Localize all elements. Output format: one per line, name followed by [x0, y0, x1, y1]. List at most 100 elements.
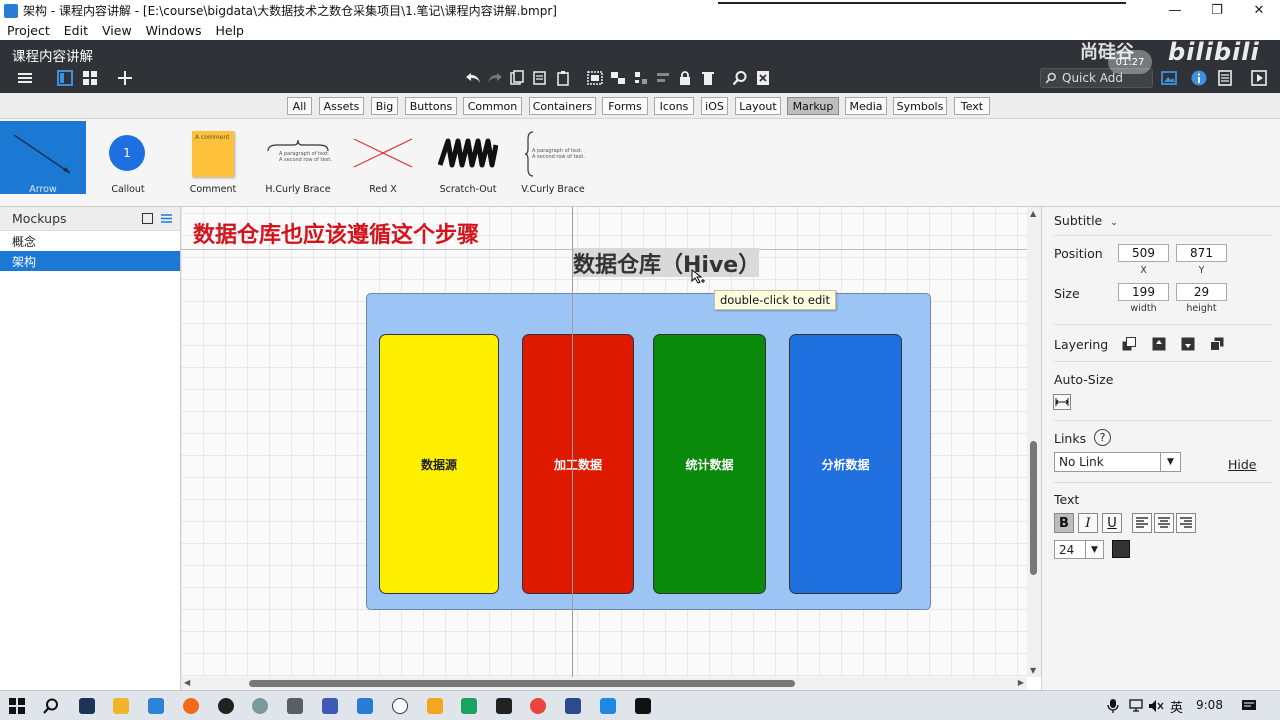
text-color-swatch[interactable] — [1112, 540, 1130, 558]
menu-project[interactable]: Project — [0, 23, 57, 38]
menu-windows[interactable]: Windows — [139, 23, 209, 38]
minimize-button[interactable]: — — [1154, 0, 1196, 21]
app-icon-12[interactable] — [461, 698, 477, 714]
volume-muted-icon[interactable] — [1148, 699, 1164, 713]
app-icon-4[interactable] — [183, 698, 199, 714]
send-backward-icon[interactable] — [1181, 337, 1195, 351]
scroll-up-icon[interactable]: ▲ — [1030, 209, 1036, 218]
filter-common[interactable]: Common — [463, 97, 522, 115]
trash-icon[interactable] — [699, 69, 717, 87]
bold-button[interactable]: B — [1054, 513, 1074, 533]
position-x-input[interactable]: 509 — [1118, 244, 1169, 262]
column-statistics-data[interactable]: 统计数据 — [653, 334, 766, 594]
app-icon-13[interactable] — [496, 698, 512, 714]
mockup-item-architecture[interactable]: 架构 — [0, 251, 180, 271]
search-icon[interactable] — [731, 69, 749, 87]
balsamiq-icon[interactable] — [357, 698, 373, 714]
horizontal-scroll-thumb[interactable] — [249, 680, 795, 687]
filter-layout[interactable]: Layout — [735, 97, 781, 115]
ime-indicator[interactable]: 英 — [1170, 697, 1183, 716]
app-icon-3[interactable] — [148, 698, 164, 714]
library-item-v-curly-brace[interactable]: A paragraph of text. A second row of tex… — [510, 121, 596, 195]
hide-link[interactable]: Hide — [1228, 457, 1257, 472]
info-icon[interactable] — [1190, 69, 1208, 87]
app-icon-15[interactable] — [565, 698, 581, 714]
fullscreen-icon[interactable] — [754, 69, 772, 87]
photoshop-icon[interactable] — [79, 698, 95, 714]
canvas-horizontal-scrollbar[interactable]: ◀ ▶ — [181, 677, 1027, 690]
notes-icon[interactable] — [1216, 69, 1234, 87]
bring-to-front-icon[interactable] — [1122, 337, 1136, 351]
app-icon-8[interactable] — [322, 698, 338, 714]
align-center-button[interactable] — [1154, 513, 1174, 533]
library-item-callout[interactable]: 1 Callout — [85, 121, 171, 195]
mockup-canvas[interactable]: 数据仓库也应该遵循这个步骤 数据仓库（Hive） 数据源 加工数据 统计数据 分… — [181, 207, 1027, 677]
filter-forms[interactable]: Forms — [602, 97, 648, 115]
width-input[interactable]: 199 — [1118, 283, 1169, 301]
autosize-button[interactable] — [1053, 394, 1071, 410]
network-icon[interactable] — [1128, 699, 1144, 713]
send-to-back-icon[interactable] — [1210, 337, 1224, 351]
filter-symbols[interactable]: Symbols — [893, 97, 947, 115]
app-icon-11[interactable] — [427, 698, 443, 714]
taskbar-search-icon[interactable] — [43, 698, 59, 714]
link-dropdown[interactable]: No Link ▼ — [1054, 452, 1181, 472]
menu-view[interactable]: View — [95, 23, 139, 38]
maximize-button[interactable]: ❐ — [1196, 0, 1238, 21]
align-icon[interactable] — [654, 69, 672, 87]
chrome-icon[interactable] — [530, 698, 546, 714]
filter-all[interactable]: All — [287, 97, 312, 115]
scroll-right-icon[interactable]: ▶ — [1018, 678, 1024, 687]
microphone-icon[interactable] — [1107, 699, 1119, 713]
filter-icons[interactable]: Icons — [654, 97, 694, 115]
undo-icon[interactable] — [464, 69, 482, 87]
canvas-vertical-scrollbar[interactable]: ▲ ▼ — [1027, 207, 1041, 677]
filter-media[interactable]: Media — [845, 97, 887, 115]
single-view-icon[interactable] — [55, 69, 75, 87]
bring-forward-icon[interactable] — [1152, 337, 1166, 351]
add-mockup-icon[interactable] — [115, 69, 135, 87]
redo-icon[interactable] — [486, 69, 504, 87]
scroll-down-icon[interactable]: ▼ — [1030, 666, 1036, 675]
library-item-h-curly-brace[interactable]: A paragraph of text. A second row of tex… — [255, 121, 341, 195]
close-button[interactable]: ✕ — [1238, 0, 1280, 21]
scroll-left-icon[interactable]: ◀ — [184, 678, 190, 687]
library-item-red-x[interactable]: Red X — [340, 121, 426, 195]
grid-view-icon[interactable] — [80, 69, 100, 87]
clock[interactable]: 9:08 — [1196, 698, 1223, 712]
paste-icon[interactable] — [554, 69, 572, 87]
canvas-red-title[interactable]: 数据仓库也应该遵循这个步骤 — [193, 217, 479, 249]
canvas-subtitle-selected[interactable]: 数据仓库（Hive） — [573, 248, 760, 278]
ungroup-icon[interactable] — [609, 69, 627, 87]
copy-icon[interactable] — [508, 69, 526, 87]
links-help-icon[interactable]: ? — [1094, 429, 1111, 446]
menu-edit[interactable]: Edit — [57, 23, 95, 38]
column-data-source[interactable]: 数据源 — [379, 334, 499, 594]
file-explorer-icon[interactable] — [113, 698, 129, 714]
position-y-input[interactable]: 871 — [1176, 244, 1227, 262]
filter-text[interactable]: Text — [954, 97, 990, 115]
app-icon-5[interactable] — [218, 698, 234, 714]
filter-buttons[interactable]: Buttons — [405, 97, 457, 115]
play-icon[interactable] — [1250, 69, 1268, 87]
underline-button[interactable]: U — [1102, 513, 1122, 533]
windows-start-icon[interactable] — [9, 698, 25, 714]
align-right-button[interactable] — [1176, 513, 1196, 533]
library-item-scratch-out[interactable]: Scratch-Out — [425, 121, 511, 195]
library-item-arrow[interactable]: Arrow — [0, 121, 86, 195]
align-left-button[interactable] — [1132, 513, 1152, 533]
filter-ios[interactable]: iOS — [701, 97, 728, 115]
thumbnail-view-icon[interactable] — [142, 213, 153, 224]
app-icon-10[interactable] — [392, 698, 408, 714]
mockup-item-concept[interactable]: 概念 — [0, 231, 180, 251]
properties-section-title[interactable]: Subtitle ⌄ — [1054, 213, 1118, 228]
vertical-scroll-thumb[interactable] — [1030, 441, 1037, 575]
italic-button[interactable]: I — [1078, 513, 1098, 533]
notification-icon[interactable] — [1241, 699, 1257, 713]
filter-assets[interactable]: Assets — [319, 97, 364, 115]
data-warehouse-container[interactable]: 数据源 加工数据 统计数据 分析数据 — [366, 293, 931, 610]
column-processed-data[interactable]: 加工数据 — [522, 334, 634, 594]
library-item-comment[interactable]: A comment Comment — [170, 121, 256, 195]
column-analysis-data[interactable]: 分析数据 — [789, 334, 902, 594]
app-icon-16[interactable] — [600, 698, 616, 714]
